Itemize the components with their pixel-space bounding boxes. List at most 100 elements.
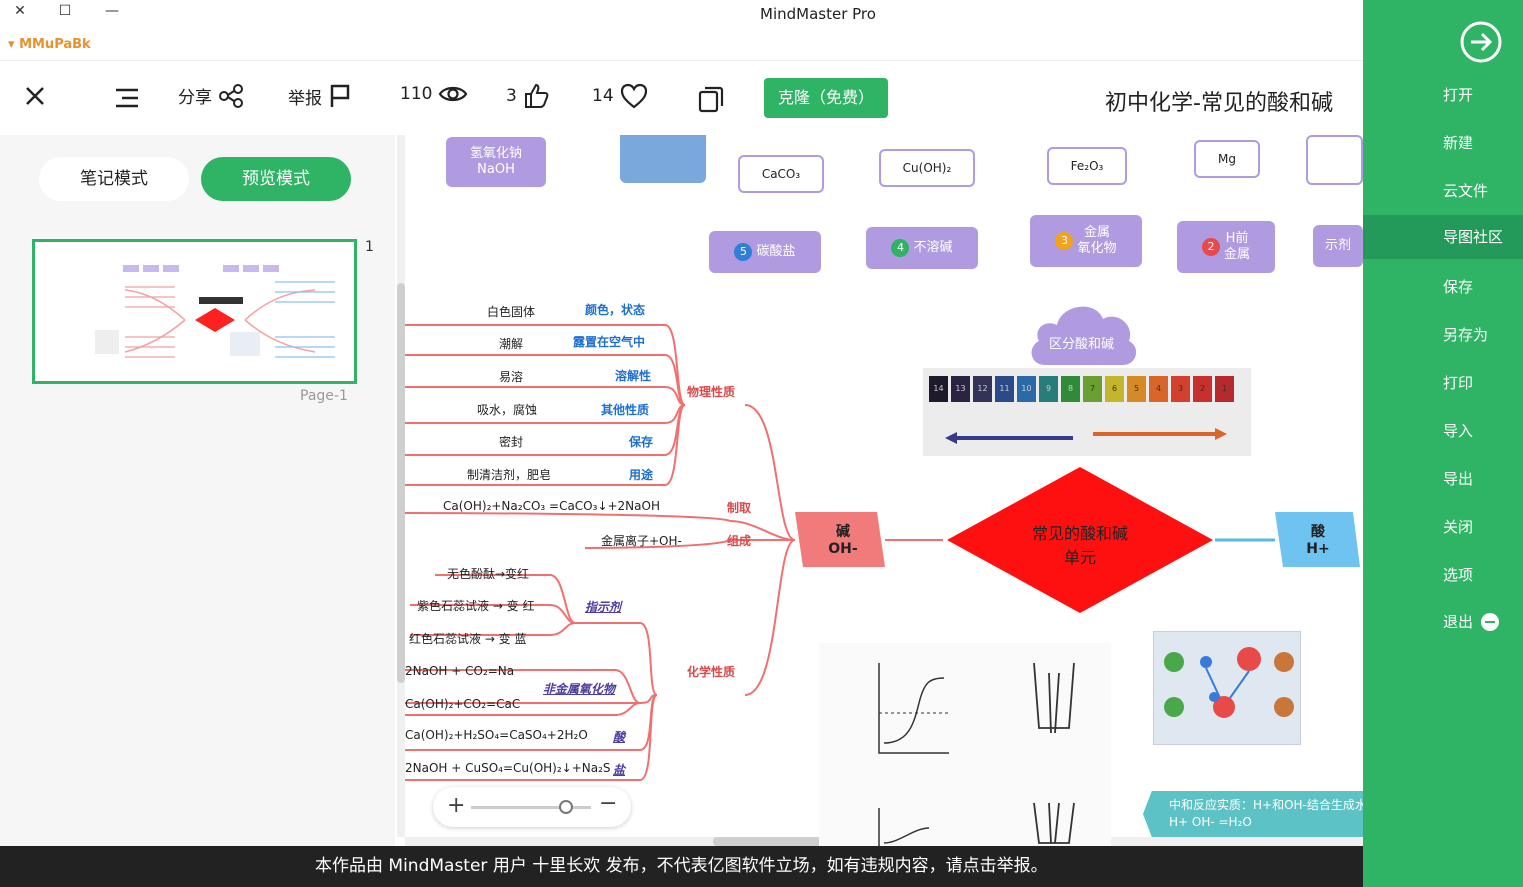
footer-notice[interactable]: 本作品由 MindMaster 用户 十里长欢 发布，不代表亿图软件立场，如有违… xyxy=(0,846,1363,887)
nonmetal-label[interactable]: 非金属氧化物 xyxy=(543,680,615,697)
sidebar-item-cloud[interactable]: 云文件 xyxy=(1363,169,1523,213)
phys-val-2[interactable]: 潮解 xyxy=(499,335,523,352)
phys-val-3[interactable]: 易溶 xyxy=(499,368,523,385)
branch-composition[interactable]: 组成 xyxy=(727,532,751,549)
page-label: Page-1 xyxy=(300,388,348,404)
branch-chemical[interactable]: 化学性质 xyxy=(687,663,735,680)
minimize-window-button[interactable]: — xyxy=(102,3,122,19)
sidebar-item-community[interactable]: 导图社区 xyxy=(1363,215,1523,259)
sidebar-item-import[interactable]: 导入 xyxy=(1363,409,1523,453)
neutralization-image xyxy=(1153,631,1301,745)
phys-key-4[interactable]: 其他性质 xyxy=(601,401,649,418)
base-node[interactable]: 碱 OH- xyxy=(815,521,871,557)
badge-2: 2 xyxy=(1201,238,1220,256)
category-carbonate[interactable]: 5 碳酸盐 xyxy=(709,231,821,273)
note-mode-button[interactable]: 笔记模式 xyxy=(39,157,189,201)
nonmetal-item-1[interactable]: 2NaOH + CO₂=Na xyxy=(405,664,514,678)
cloud-node[interactable]: 区分酸和碱 xyxy=(1025,295,1143,369)
make-equation[interactable]: Ca(OH)₂+Na₂CO₃ =CaCO₃↓+2NaOH xyxy=(443,499,660,513)
sidebar-item-open[interactable]: 打开 xyxy=(1363,73,1523,117)
center-node[interactable]: 常见的酸和碱 单元 xyxy=(1020,520,1140,568)
close-doc-icon[interactable] xyxy=(24,85,46,111)
phys-key-1[interactable]: 颜色，状态 xyxy=(585,301,645,318)
heart-icon xyxy=(620,83,647,109)
node-naoh[interactable]: 氢氧化钠 NaOH xyxy=(446,137,546,187)
badge-3: 3 xyxy=(1055,232,1074,250)
sidebar-item-save-as[interactable]: 另存为 xyxy=(1363,313,1523,357)
back-arrow-icon[interactable] xyxy=(1459,20,1503,68)
node-mg[interactable]: Mg xyxy=(1194,140,1260,178)
phys-val-1[interactable]: 白色固体 xyxy=(487,303,535,320)
acid-node[interactable]: 酸 H+ xyxy=(1290,521,1346,557)
menu-icon[interactable] xyxy=(114,87,140,113)
node-partial[interactable] xyxy=(1306,135,1363,185)
salt-reaction-key[interactable]: 盐 xyxy=(613,761,625,778)
titration-graph-image xyxy=(819,643,1111,846)
sidebar-item-save[interactable]: 保存 xyxy=(1363,265,1523,309)
clone-button[interactable]: 克隆（免费） xyxy=(764,78,888,118)
zoom-slider-handle[interactable] xyxy=(559,800,573,814)
sidebar-item-print[interactable]: 打印 xyxy=(1363,361,1523,405)
left-panel: 笔记模式 预览模式 1 Page-1 xyxy=(0,135,395,846)
vertical-scroll-thumb[interactable] xyxy=(397,283,405,683)
phys-val-6[interactable]: 制清洁剂，肥皂 xyxy=(467,466,551,483)
branch-make[interactable]: 制取 xyxy=(727,499,751,516)
phys-val-4[interactable]: 吸水，腐蚀 xyxy=(477,401,537,418)
zoom-slider-track[interactable] xyxy=(471,806,591,809)
node-cuoh2[interactable]: Cu(OH)₂ xyxy=(879,149,975,187)
neutralization-note[interactable]: 中和反应实质：H+和OH-结合生成水 H+ OH- =H₂O xyxy=(1143,791,1363,837)
phys-key-6[interactable]: 用途 xyxy=(629,466,653,483)
zoom-out-button[interactable]: − xyxy=(599,791,617,816)
sidebar-item-exit[interactable]: 退出 xyxy=(1363,600,1523,644)
mindmap-canvas[interactable]: 氢氧化钠 NaOH CaCO₃ Cu(OH)₂ Fe₂O₃ Mg 5 碳酸盐 4不… xyxy=(395,135,1363,846)
share-icon xyxy=(219,83,243,108)
cloud-shape xyxy=(1031,306,1137,365)
node-caco3[interactable]: CaCO₃ xyxy=(738,155,824,193)
share-button[interactable]: 分享 xyxy=(178,83,244,108)
report-button[interactable]: 举报 xyxy=(288,83,352,109)
phys-key-3[interactable]: 溶解性 xyxy=(615,367,651,384)
app-tag[interactable]: ▾ MMuPaBk xyxy=(8,37,91,52)
preview-mode-button[interactable]: 预览模式 xyxy=(201,157,351,201)
indicator-label[interactable]: 指示剂 xyxy=(585,598,621,615)
sidebar-item-options[interactable]: 选项 xyxy=(1363,553,1523,597)
phys-key-5[interactable]: 保存 xyxy=(629,433,653,450)
phys-key-2[interactable]: 露置在空气中 xyxy=(573,333,645,350)
phys-val-5[interactable]: 密封 xyxy=(499,433,523,450)
sidebar-item-export[interactable]: 导出 xyxy=(1363,457,1523,501)
exit-icon xyxy=(1481,613,1499,631)
eye-icon xyxy=(439,86,468,102)
node-fe2o3[interactable]: Fe₂O₃ xyxy=(1047,147,1127,185)
composition-value[interactable]: 金属离子+OH- xyxy=(601,532,682,549)
favorite-button[interactable]: 14 xyxy=(592,83,648,109)
likes-count: 14 xyxy=(592,86,614,106)
zoom-in-button[interactable]: + xyxy=(447,793,465,818)
category-insoluble-base[interactable]: 4 不溶碱 xyxy=(866,227,978,269)
indicator-item-3[interactable]: 红色石蕊试液 → 变 蓝 xyxy=(409,630,527,647)
footer-text: 本作品由 MindMaster 用户 十里长欢 发布，不代表亿图软件立场，如有违… xyxy=(315,856,1048,876)
salt-reaction[interactable]: 2NaOH + CuSO₄=Cu(OH)₂↓+Na₂S xyxy=(405,761,611,775)
sidebar-item-new[interactable]: 新建 xyxy=(1363,121,1523,165)
thumbs-up-icon xyxy=(524,83,549,108)
report-label: 举报 xyxy=(288,88,322,109)
page-thumbnail[interactable] xyxy=(32,239,357,384)
close-window-button[interactable]: ✕ xyxy=(10,3,30,19)
cloud-label: 区分酸和碱 xyxy=(1049,337,1115,352)
nonmetal-item-2[interactable]: Ca(OH)₂+CO₂=CaC xyxy=(405,697,520,711)
maximize-window-button[interactable]: ☐ xyxy=(55,3,75,19)
share-label: 分享 xyxy=(178,88,212,108)
sidebar-item-close[interactable]: 关闭 xyxy=(1363,505,1523,549)
thumbs-up-button[interactable]: 3 xyxy=(506,83,549,109)
category-metal-oxide[interactable]: 3 金属 氧化物 xyxy=(1030,215,1142,267)
category-carbonate-label: 碳酸盐 xyxy=(756,244,796,260)
indicator-item-1[interactable]: 无色酚酞→变红 xyxy=(447,565,529,582)
indicator-item-2[interactable]: 紫色石蕊试液 → 变 红 xyxy=(417,597,535,614)
reagent-bottle-image xyxy=(620,135,706,183)
copy-icon[interactable] xyxy=(698,85,724,117)
branch-physical[interactable]: 物理性质 xyxy=(687,383,735,400)
category-h-metal[interactable]: 2 H前 金属 xyxy=(1177,221,1275,273)
acid-reaction-key[interactable]: 酸 xyxy=(613,728,625,745)
acid-reaction[interactable]: Ca(OH)₂+H₂SO₄=CaSO₄+2H₂O xyxy=(405,728,588,742)
exit-label: 退出 xyxy=(1443,613,1474,631)
category-indicator[interactable]: 示剂 xyxy=(1313,225,1363,267)
